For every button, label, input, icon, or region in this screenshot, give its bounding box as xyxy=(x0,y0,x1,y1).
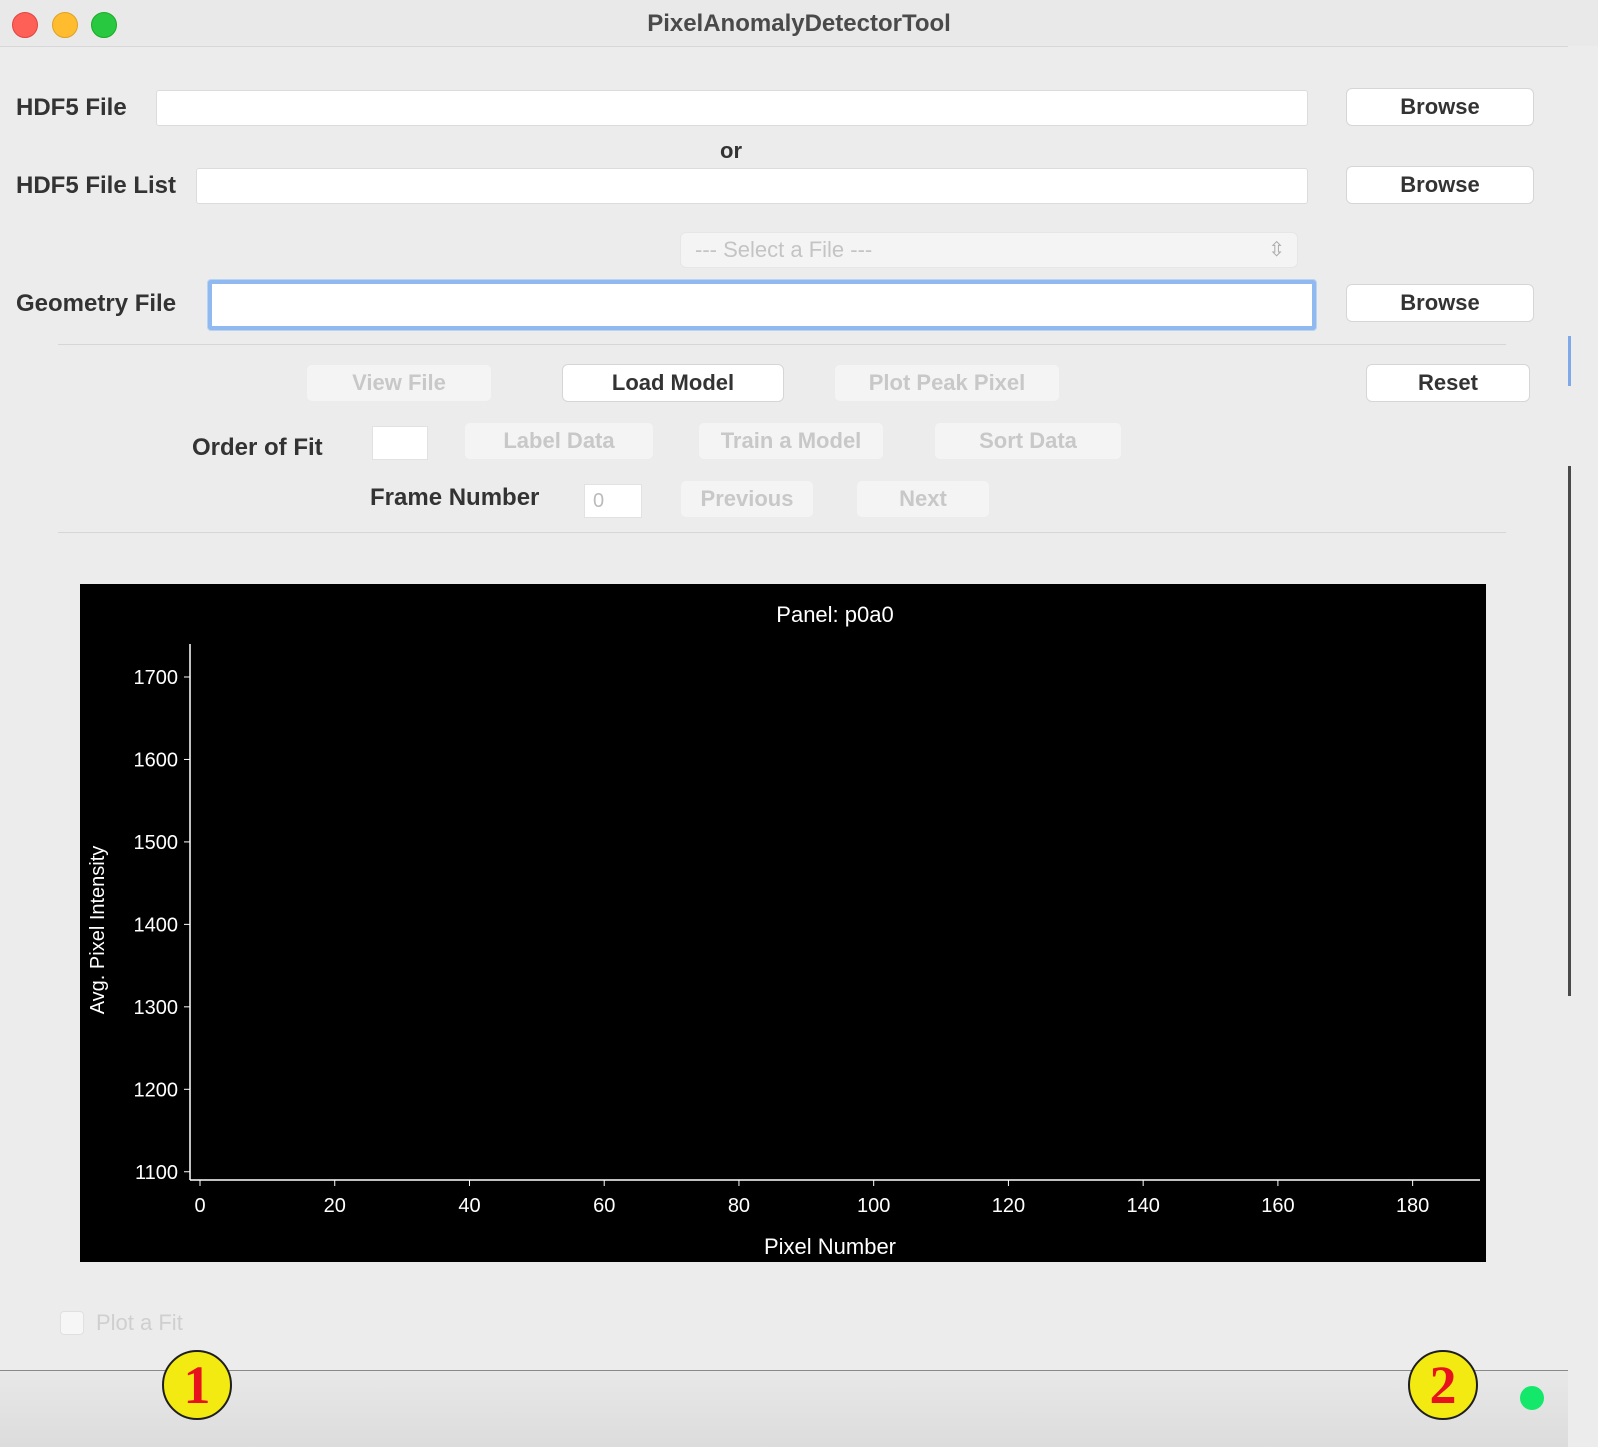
plot-title: Panel: p0a0 xyxy=(776,602,893,627)
sort-data-button[interactable]: Sort Data xyxy=(934,422,1122,460)
file-select-dropdown[interactable]: --- Select a File --- ⇳ xyxy=(680,232,1298,268)
plot-a-fit-checkbox[interactable] xyxy=(60,1311,84,1335)
hdf5-file-browse-button[interactable]: Browse xyxy=(1346,88,1534,126)
window-title: PixelAnomalyDetectorTool xyxy=(647,10,951,37)
window-right-edge xyxy=(1568,46,1598,1446)
annotation-marker-2: 2 xyxy=(1408,1350,1478,1420)
plot-peak-pixel-button[interactable]: Plot Peak Pixel xyxy=(834,364,1060,402)
order-of-fit-input[interactable] xyxy=(372,426,428,460)
hdf5-file-list-browse-button[interactable]: Browse xyxy=(1346,166,1534,204)
hdf5-file-list-input[interactable] xyxy=(196,168,1308,204)
x-tick-label: 100 xyxy=(857,1195,890,1217)
geometry-file-label: Geometry File xyxy=(16,290,177,317)
status-bar xyxy=(0,1370,1568,1447)
plot-a-fit-option[interactable]: Plot a Fit xyxy=(60,1310,183,1336)
annotation-marker-1: 1 xyxy=(162,1350,232,1420)
next-frame-button[interactable]: Next xyxy=(856,480,990,518)
y-tick-label: 1300 xyxy=(134,997,179,1019)
divider xyxy=(58,344,1506,345)
reset-button[interactable]: Reset xyxy=(1366,364,1530,402)
plot-a-fit-label: Plot a Fit xyxy=(96,1310,183,1335)
x-tick-label: 80 xyxy=(728,1195,750,1217)
edge-accent xyxy=(1568,336,1571,386)
geometry-file-browse-button[interactable]: Browse xyxy=(1346,284,1534,322)
hdf5-file-label: HDF5 File xyxy=(16,94,127,121)
updown-chevron-icon: ⇳ xyxy=(1268,239,1285,261)
x-tick-label: 60 xyxy=(593,1195,615,1217)
hdf5-file-input[interactable] xyxy=(156,90,1308,126)
y-tick-label: 1100 xyxy=(135,1162,178,1184)
divider xyxy=(58,532,1506,533)
status-indicator-light xyxy=(1520,1386,1544,1410)
x-tick-label: 180 xyxy=(1396,1195,1429,1217)
x-tick-label: 160 xyxy=(1261,1195,1294,1217)
frame-number-input[interactable] xyxy=(584,484,642,518)
title-bar: PixelAnomalyDetectorTool xyxy=(0,0,1598,47)
previous-frame-button[interactable]: Previous xyxy=(680,480,814,518)
y-axis-label: Avg. Pixel Intensity xyxy=(87,846,109,1015)
hdf5-file-list-label: HDF5 File List xyxy=(16,172,177,199)
frame-number-label: Frame Number xyxy=(370,484,540,511)
label-data-button[interactable]: Label Data xyxy=(464,422,654,460)
x-tick-label: 40 xyxy=(458,1195,480,1217)
y-tick-label: 1700 xyxy=(134,667,179,689)
load-model-button[interactable]: Load Model xyxy=(562,364,784,402)
y-tick-label: 1500 xyxy=(134,832,179,854)
x-tick-label: 140 xyxy=(1126,1195,1159,1217)
y-tick-label: 1200 xyxy=(134,1079,179,1101)
order-of-fit-label: Order of Fit xyxy=(192,434,323,461)
view-file-button[interactable]: View File xyxy=(306,364,492,402)
geometry-file-input[interactable] xyxy=(208,280,1316,330)
y-tick-label: 1400 xyxy=(134,914,179,936)
x-axis-label: Pixel Number xyxy=(764,1234,896,1259)
train-a-model-button[interactable]: Train a Model xyxy=(698,422,884,460)
file-select-value: --- Select a File --- xyxy=(695,237,873,262)
plot-area[interactable]: Panel: p0a0 Pixel Number Avg. Pixel Inte… xyxy=(80,584,1486,1262)
edge-scroll-indicator xyxy=(1568,466,1571,996)
y-tick-label: 1600 xyxy=(134,749,179,771)
x-tick-label: 20 xyxy=(324,1195,346,1217)
x-tick-label: 120 xyxy=(992,1195,1025,1217)
or-separator-text: or xyxy=(720,138,742,163)
x-tick-label: 0 xyxy=(194,1195,205,1217)
intensity-plot[interactable]: Panel: p0a0 Pixel Number Avg. Pixel Inte… xyxy=(80,584,1486,1262)
